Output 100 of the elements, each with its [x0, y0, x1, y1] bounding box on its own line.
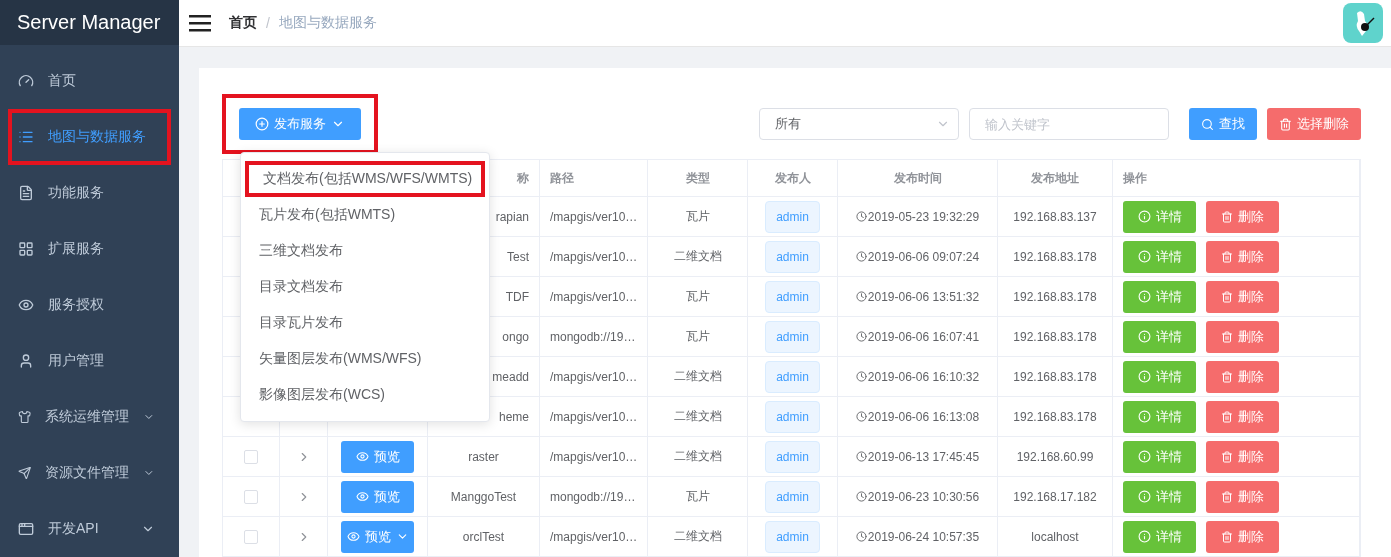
clock-icon	[855, 331, 867, 342]
plus-circle-icon	[255, 117, 269, 131]
sidebar-item[interactable]: 用户管理	[12, 337, 167, 385]
address-text: 192.168.60.99	[1016, 449, 1094, 464]
detail-button[interactable]: 详情	[1123, 520, 1196, 553]
delete-button[interactable]: 删除	[1206, 240, 1279, 273]
type-text: 二维文档	[673, 448, 722, 465]
address-text: 192.168.17.182	[1013, 489, 1097, 504]
detail-button[interactable]: 详情	[1123, 280, 1196, 313]
row-checkbox[interactable]	[244, 489, 258, 504]
menu-item[interactable]: 瓦片发布(包括WMTS)	[241, 197, 489, 233]
clock-icon	[855, 451, 867, 462]
window-icon	[18, 521, 34, 537]
breadcrumb-item[interactable]: 地图与数据服务	[278, 14, 377, 32]
column-header: 发布时间	[893, 169, 942, 187]
menu-item[interactable]: 文档发布(包括WMS/WFS/WMTS)	[245, 161, 485, 197]
type-text: 瓦片	[685, 328, 710, 345]
menu-item[interactable]: 三维文档发布	[241, 233, 489, 269]
info-icon	[1137, 210, 1151, 223]
clock-icon	[855, 291, 867, 302]
menu-icon[interactable]	[189, 14, 211, 32]
delete-button[interactable]: 删除	[1206, 200, 1279, 233]
delete-button[interactable]: 删除	[1206, 520, 1279, 553]
trash-icon	[1279, 117, 1292, 131]
detail-button[interactable]: 详情	[1123, 200, 1196, 233]
breadcrumb-item[interactable]: 首页	[229, 14, 257, 32]
address-text: 192.168.83.178	[1013, 409, 1097, 424]
info-icon	[1137, 530, 1151, 543]
detail-button[interactable]: 详情	[1123, 240, 1196, 273]
preview-button[interactable]: 预览	[341, 440, 414, 473]
gauge-icon	[18, 73, 34, 89]
search-field[interactable]: 输入关键字	[969, 108, 1169, 140]
detail-button[interactable]: 详情	[1123, 480, 1196, 513]
avatar[interactable]	[1343, 3, 1383, 43]
detail-button[interactable]: 详情	[1123, 320, 1196, 353]
type-text: 二维文档	[673, 408, 722, 425]
sidebar-item[interactable]: 资源文件管理	[12, 449, 167, 497]
publisher-tag: admin	[765, 280, 820, 313]
menu-item[interactable]: 目录瓦片发布	[241, 305, 489, 341]
info-icon	[1137, 370, 1151, 383]
detail-button[interactable]: 详情	[1123, 400, 1196, 433]
grid-icon	[18, 241, 34, 257]
sidebar-item[interactable]: 功能服务	[12, 169, 167, 217]
user-icon	[18, 353, 34, 369]
sidebar-item[interactable]: 地图与数据服务	[12, 113, 167, 161]
info-icon	[1137, 250, 1151, 263]
sidebar-item[interactable]: 服务授权	[12, 281, 167, 329]
clock-icon	[855, 211, 867, 222]
publisher-tag: admin	[765, 520, 820, 553]
preview-button[interactable]: 预览	[341, 480, 414, 513]
publisher-tag: admin	[765, 320, 820, 353]
address-text: 192.168.83.178	[1013, 369, 1097, 384]
path-text: /mapgis/ver10…	[550, 249, 638, 264]
path-text: /mapgis/ver10…	[550, 289, 638, 304]
column-header: 发布地址	[1031, 169, 1079, 187]
detail-button[interactable]: 详情	[1123, 360, 1196, 393]
sidebar-item[interactable]: 系统运维管理	[12, 393, 167, 441]
column-header: 类型	[685, 169, 710, 187]
eye-icon	[355, 490, 369, 503]
menu-item[interactable]: 矢量图层发布(WMS/WFS)	[241, 341, 489, 377]
delete-button[interactable]: 删除	[1206, 320, 1279, 353]
type-text: 二维文档	[673, 368, 722, 385]
name-text: ongo	[502, 329, 529, 344]
publisher-tag: admin	[765, 360, 820, 393]
app-title: Server Manager	[0, 0, 179, 45]
path-text: /mapgis/ver10…	[550, 529, 638, 544]
info-icon	[1137, 290, 1151, 303]
clock-icon	[855, 251, 867, 262]
find-button[interactable]: 查找	[1189, 108, 1257, 140]
column-header: 称	[517, 169, 529, 187]
document-icon	[18, 185, 34, 201]
row-checkbox[interactable]	[244, 529, 258, 544]
filter-select[interactable]: 所有	[759, 108, 959, 140]
sidebar-item[interactable]: 开发API	[12, 505, 167, 553]
info-icon	[1137, 410, 1151, 423]
type-text: 二维文档	[673, 248, 722, 265]
delete-button[interactable]: 删除	[1206, 280, 1279, 313]
name-text: TDF	[505, 289, 529, 304]
address-text: 192.168.83.137	[1013, 209, 1097, 224]
delete-button[interactable]: 删除	[1206, 440, 1279, 473]
trash-icon	[1221, 410, 1233, 423]
path-text: /mapgis/ver10…	[550, 369, 638, 384]
eye-icon	[18, 297, 34, 313]
sidebar-item[interactable]: 扩展服务	[12, 225, 167, 273]
preview-button[interactable]: 预览	[341, 520, 414, 553]
info-icon	[1137, 490, 1151, 503]
menu-item[interactable]: 目录文档发布	[241, 269, 489, 305]
publisher-tag: admin	[765, 440, 820, 473]
delete-selected-button[interactable]: 选择删除	[1267, 108, 1361, 140]
eye-icon	[346, 530, 360, 543]
publisher-tag: admin	[765, 400, 820, 433]
type-text: 瓦片	[685, 488, 710, 505]
row-checkbox[interactable]	[244, 449, 258, 464]
detail-button[interactable]: 详情	[1123, 440, 1196, 473]
publish-button[interactable]: 发布服务	[239, 108, 361, 140]
sidebar-item[interactable]: 首页	[12, 57, 167, 105]
delete-button[interactable]: 删除	[1206, 360, 1279, 393]
delete-button[interactable]: 删除	[1206, 400, 1279, 433]
menu-item[interactable]: 影像图层发布(WCS)	[241, 377, 489, 413]
delete-button[interactable]: 删除	[1206, 480, 1279, 513]
